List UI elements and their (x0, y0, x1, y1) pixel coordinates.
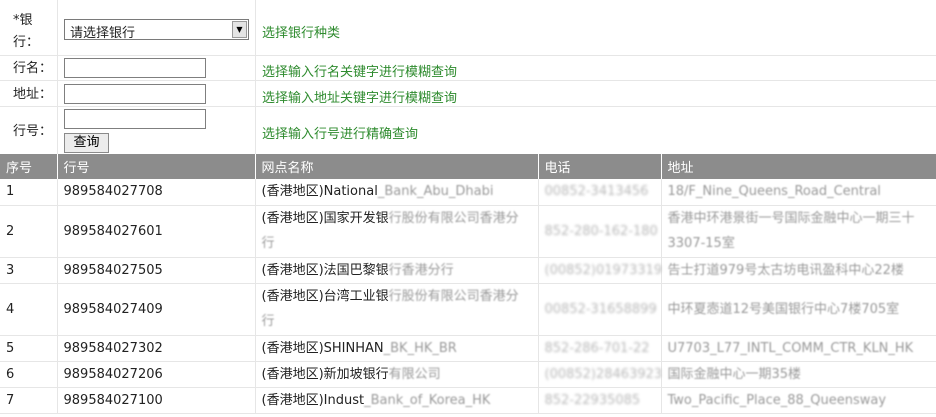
row-code: 989584027100 (57, 387, 256, 414)
bank-label-line1: *银 (13, 13, 33, 28)
branch-name-input[interactable] (64, 58, 206, 78)
row-address: 国际金融中心一期35楼 (661, 361, 936, 388)
row-name: (香港地区)Indust_Bank_of_Korea_HK (255, 387, 539, 414)
row-index: 1 (0, 179, 58, 206)
row-address-line2: 3307-15室 (667, 236, 735, 251)
row-name-visible: (香港地区)国家开发银 (261, 211, 389, 226)
row-phone: 00852-31658899 (538, 283, 662, 336)
table-row[interactable]: 3 989584027505 (香港地区)法国巴黎银行香港分行 (00852)0… (0, 257, 936, 284)
row-phone: 852-280-162-180 (538, 205, 662, 258)
table-row[interactable]: 5 989584027302 (香港地区)SHINHAN_BK_HK_BR 85… (0, 335, 936, 362)
row-name-visible: (香港地区)台湾工业银 (261, 289, 389, 304)
row-index: 6 (0, 361, 58, 388)
row-address: Two_Pacific_Place_88_Queensway (661, 387, 936, 414)
row-code: 989584027302 (57, 335, 256, 362)
row-name-visible: (香港地区)法国巴黎银 (261, 262, 389, 278)
table-row[interactable]: 4 989584027409 (香港地区)台湾工业银行股份有限公司香港分行 00… (0, 283, 936, 336)
row-code: 989584027206 (57, 361, 256, 388)
branch-name-hint: 选择输入行名关键字进行模糊查询 (262, 65, 458, 80)
row-name: (香港地区)国家开发银行股份有限公司香港分行 (255, 205, 539, 258)
row-name: (香港地区)台湾工业银行股份有限公司香港分行 (255, 283, 539, 336)
row-address: U7703_L77_INTL_COMM_CTR_KLN_HK (661, 335, 936, 362)
row-address: 中环夏悫道12号美国银行中心7楼705室 (661, 283, 936, 336)
table-row[interactable]: 6 989584027206 (香港地区)新加坡银行有限公司 (00852)28… (0, 361, 936, 388)
row-index: 3 (0, 257, 58, 284)
row-index: 5 (0, 335, 58, 362)
row-address: 告士打道979号太古坊电讯盈科中心22楼 (661, 257, 936, 284)
table-row[interactable]: 7 989584027100 (香港地区)Indust_Bank_of_Kore… (0, 387, 936, 414)
address-label: 地址： (13, 87, 53, 102)
row-name-blurred: 行香港分行 (388, 262, 454, 278)
table-row[interactable]: 1 989584027708 (香港地区)National_Bank_Abu_D… (0, 179, 936, 206)
bank-select-value: 请选择银行 (70, 26, 136, 41)
row-name-blurred: _Bank_Abu_Dhabi (377, 184, 494, 200)
row-address: 18/F_Nine_Queens_Road_Central (661, 179, 936, 206)
column-header-name: 网点名称 (255, 154, 539, 179)
row-name-blurred: 有限公司 (388, 366, 441, 382)
row-name-visible: (香港地区)SHINHAN (261, 340, 384, 356)
branch-name-label: 行名： (13, 61, 53, 76)
row-phone: (00852)28463923 (538, 361, 662, 388)
row-phone: 852-286-701-22 (538, 335, 662, 362)
row-name: (香港地区)法国巴黎银行香港分行 (255, 257, 539, 284)
row-name-blurred: _BK_HK_BR (383, 340, 457, 356)
row-code: 989584027708 (57, 179, 256, 206)
row-code: 989584027601 (57, 205, 256, 258)
bank-no-hint: 选择输入行号进行精确查询 (262, 127, 419, 142)
bank-select[interactable]: 请选择银行 ▼ (64, 19, 249, 41)
column-header-code: 行号 (57, 154, 256, 179)
row-phone: 00852-3413456 (538, 179, 662, 206)
row-name-visible: (香港地区)National (261, 184, 378, 200)
row-phone: 852-22935085 (538, 387, 662, 414)
chevron-down-icon[interactable]: ▼ (232, 21, 247, 38)
row-name: (香港地区)新加坡银行有限公司 (255, 361, 539, 388)
row-name-visible: (香港地区)新加坡银行 (261, 366, 389, 382)
row-name-blurred: _Bank_of_Korea_HK (364, 392, 491, 408)
row-name-visible: (香港地区)Indust (261, 392, 365, 408)
row-name: (香港地区)SHINHAN_BK_HK_BR (255, 335, 539, 362)
table-header-row: 序号 行号 网点名称 电话 地址 (0, 154, 936, 179)
bank-no-input[interactable] (64, 109, 206, 129)
row-address: 香港中环港景街一号国际金融中心一期三十 3307-15室 (661, 205, 936, 258)
row-code: 989584027409 (57, 283, 256, 336)
results-table: 序号 行号 网点名称 电话 地址 1 989584027708 (香港地区)Na… (0, 154, 936, 414)
table-row[interactable]: 2 989584027601 (香港地区)国家开发银行股份有限公司香港分行 85… (0, 205, 936, 258)
row-index: 4 (0, 283, 58, 336)
row-phone: (00852)01973319 (538, 257, 662, 284)
form-divider (0, 80, 936, 81)
bank-hint: 选择银行种类 (262, 26, 341, 41)
row-code: 989584027505 (57, 257, 256, 284)
form-divider (0, 106, 936, 107)
form-divider (0, 55, 936, 56)
search-button[interactable]: 查询 (64, 133, 109, 153)
form-divider (57, 0, 58, 154)
row-index: 7 (0, 387, 58, 414)
row-address-line1: 香港中环港景街一号国际金融中心一期三十 (667, 211, 915, 226)
address-hint: 选择输入地址关键字进行模糊查询 (262, 91, 458, 106)
row-index: 2 (0, 205, 58, 258)
column-header-index: 序号 (0, 154, 58, 179)
bank-label-line2: 行： (13, 35, 40, 50)
row-name: (香港地区)National_Bank_Abu_Dhabi (255, 179, 539, 206)
form-divider (255, 0, 256, 154)
bank-no-label: 行号： (13, 124, 53, 139)
search-form: *银 行： 请选择银行 ▼ 选择银行种类 行名： 选择输入行名关键字进行模糊查询… (0, 0, 936, 154)
column-header-phone: 电话 (538, 154, 662, 179)
address-input[interactable] (64, 84, 206, 104)
column-header-address: 地址 (661, 154, 936, 179)
